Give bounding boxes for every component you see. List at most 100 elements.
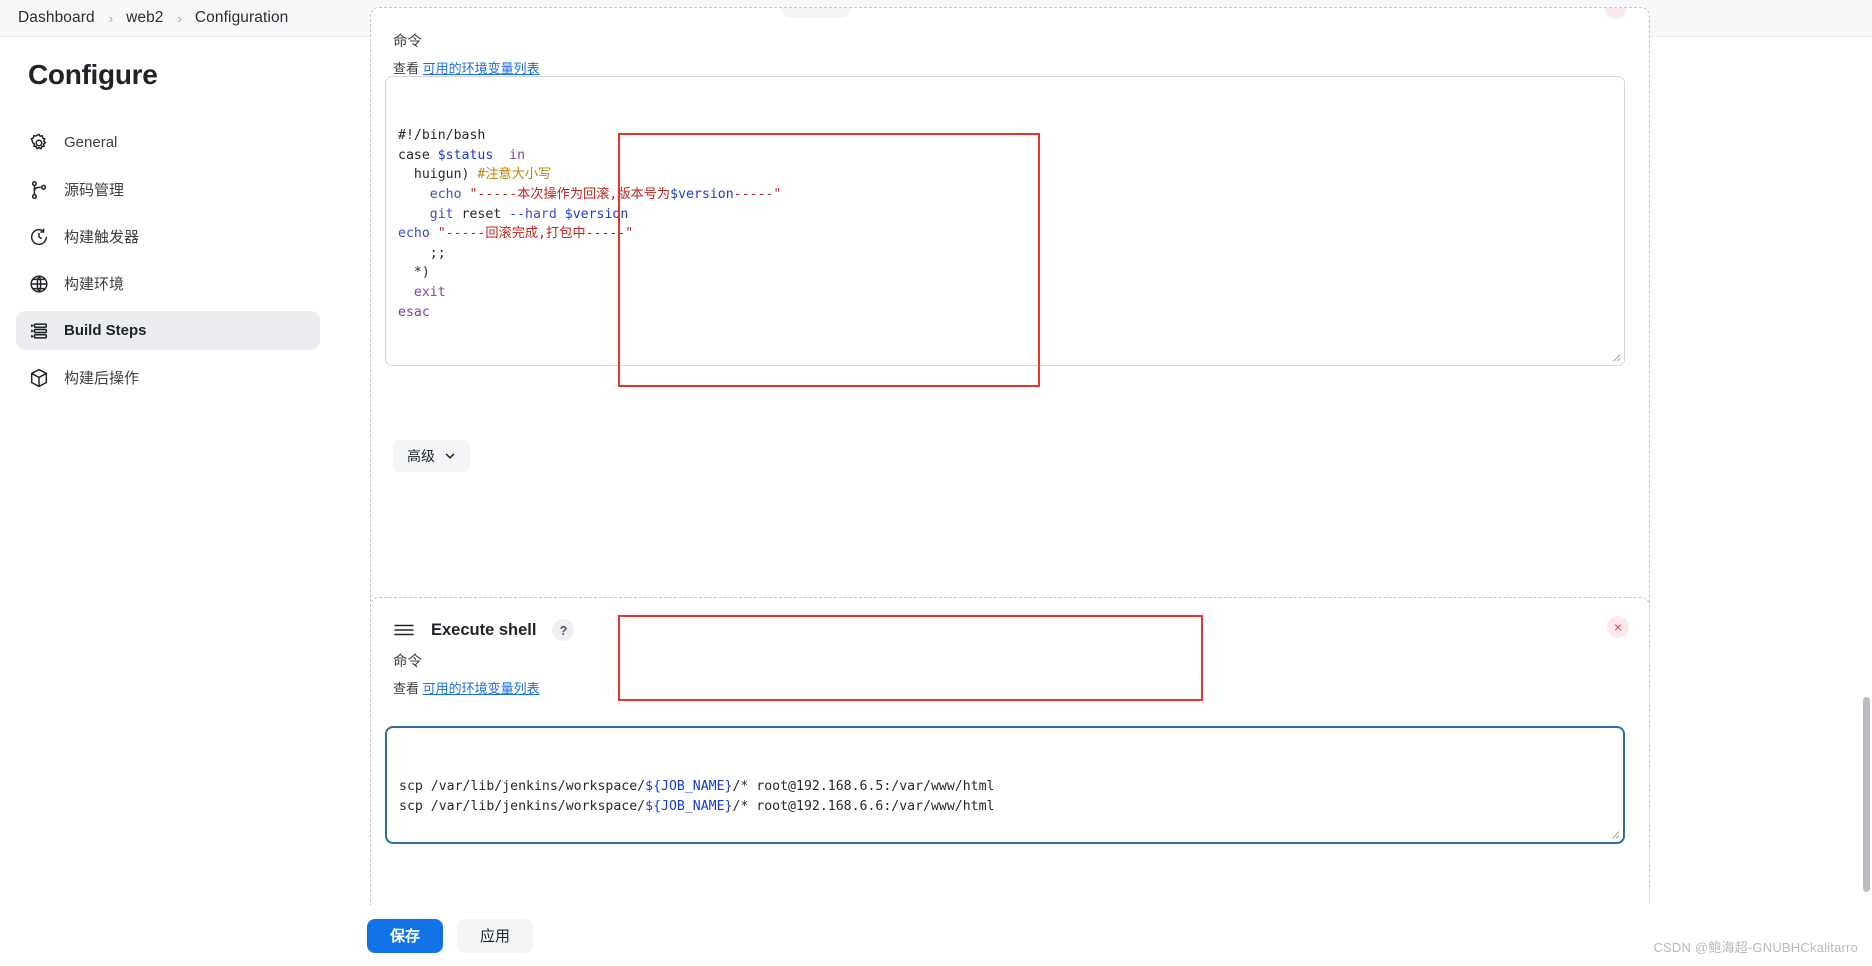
sidebar-item-source-code-management[interactable]: 源码管理 <box>16 170 320 209</box>
breadcrumb-item-dashboard[interactable]: Dashboard <box>16 9 97 27</box>
sidebar-item-label: 源码管理 <box>64 182 125 199</box>
sidebar-item-label: 构建后操作 <box>64 370 140 387</box>
page-scrollbar[interactable] <box>1861 37 1872 966</box>
command-textarea-2[interactable]: scp /var/lib/jenkins/workspace/${JOB_NAM… <box>385 726 1625 844</box>
code-token: /* root@192.168.6.5:/var/www/html <box>732 779 995 795</box>
code-token: reset <box>453 206 510 222</box>
code-line: scp /var/lib/jenkins/workspace/${JOB_NAM… <box>399 777 1611 797</box>
command-label-1: 命令 <box>393 34 422 50</box>
code-token: in <box>509 147 526 163</box>
command-label-2: 命令 <box>393 654 422 670</box>
code-token: echo <box>398 226 430 242</box>
sidebar-item-build-environment[interactable]: 构建环境 <box>16 264 320 303</box>
command-textarea-1[interactable]: #!/bin/bash case $status in huigun) #注意大小… <box>385 76 1625 366</box>
apply-button[interactable]: 应用 <box>457 918 533 953</box>
breadcrumb-separator-2: › <box>177 10 182 26</box>
code-line: git reset --hard $version <box>398 205 1612 225</box>
code-token: $version <box>670 186 734 202</box>
code-token: git <box>429 206 454 222</box>
code-token: $status <box>437 147 494 163</box>
code-token: $version <box>564 206 629 222</box>
sidebar-item-build-steps[interactable]: Build Steps <box>16 311 320 350</box>
code-token: /* root@192.168.6.6:/var/www/html <box>732 798 995 814</box>
breadcrumb-separator-1: › <box>108 10 114 26</box>
gear-icon <box>28 132 50 154</box>
sidebar-item-label: 构建触发器 <box>64 229 140 246</box>
package-icon <box>28 367 50 389</box>
env-var-prefix-2: 查看 <box>393 681 420 696</box>
code-token: "-----本次操作为回滚,版本号为 <box>469 186 671 202</box>
code-token: "-----回滚完成,打包中-----" <box>437 226 634 242</box>
code-line: echo "-----本次操作为回滚,版本号为$version-----" <box>398 185 1612 205</box>
code-line: case $status in <box>398 146 1612 166</box>
code-token: huigun) <box>398 167 478 183</box>
env-var-list-link-2[interactable]: 可用的环境变量列表 <box>423 681 540 696</box>
watermark: CSDN @鲍海超-GNUBHCkalitarro <box>1653 940 1858 955</box>
form-action-bar: 保存 应用 <box>340 905 1872 966</box>
env-var-help-line-2: 查看 可用的环境变量列表 <box>371 678 540 697</box>
code-line: *) <box>398 263 1612 283</box>
code-token: scp /var/lib/jenkins/workspace/ <box>399 798 646 814</box>
globe-icon <box>28 273 50 295</box>
main-content: 命令 查看 可用的环境变量列表 #!/bin/bash case $status … <box>340 7 1872 966</box>
code-line: ;; <box>398 244 1612 264</box>
code-token: #!/bin/bash <box>398 128 486 144</box>
chevron-down-icon <box>445 453 455 459</box>
code-token: case <box>398 147 438 163</box>
advanced-label-1: 高级 <box>407 448 435 464</box>
resize-grip-icon-1[interactable] <box>1610 351 1621 362</box>
sidebar-item-label: General <box>64 134 118 151</box>
sidebar-item-label: 构建环境 <box>64 276 125 293</box>
env-var-prefix-1: 查看 <box>393 61 420 76</box>
remove-step-button-partial[interactable] <box>1605 8 1627 19</box>
code-token: ;; <box>398 245 446 261</box>
env-var-help-line-1: 查看 可用的环境变量列表 <box>371 58 540 77</box>
code-token: ${JOB_NAME} <box>645 798 733 814</box>
code-token: scp /var/lib/jenkins/workspace/ <box>399 779 646 795</box>
breadcrumb-item-web2[interactable]: web2 <box>124 9 165 27</box>
sidebar-item-general[interactable]: General <box>16 123 320 162</box>
code-token: echo <box>429 186 462 202</box>
scrollbar-thumb[interactable] <box>1863 697 1870 892</box>
execute-shell-header: Execute shell ? <box>371 598 1649 642</box>
page-title: Configure <box>28 59 158 90</box>
list-icon <box>28 320 50 342</box>
code-token: --hard <box>509 206 557 222</box>
save-button[interactable]: 保存 <box>367 918 443 953</box>
code-line: #!/bin/bash <box>398 126 1612 146</box>
build-step-panel-1: 命令 查看 可用的环境变量列表 #!/bin/bash case $status … <box>370 7 1650 625</box>
build-step-panel-2: Execute shell ? × 命令 查看 可用的环境变量列表 scp /v… <box>370 597 1650 940</box>
advanced-button-1[interactable]: 高级 <box>393 440 470 472</box>
env-var-list-link-1[interactable]: 可用的环境变量列表 <box>423 61 540 76</box>
resize-grip-icon-2[interactable] <box>1609 828 1620 839</box>
step-title-2: Execute shell <box>431 620 537 639</box>
code-token: #注意大小写 <box>477 167 552 183</box>
drag-handle-partial[interactable] <box>781 8 851 18</box>
clock-icon <box>28 226 50 248</box>
breadcrumb-item-configuration[interactable]: Configuration <box>193 9 291 27</box>
code-token: esac <box>398 304 430 320</box>
git-branch-icon <box>28 179 50 201</box>
jenkins-configure-page: Dashboard › web2 › Configuration Configu… <box>0 0 1872 966</box>
drag-handle-icon[interactable] <box>393 622 415 638</box>
sidebar-item-post-build-actions[interactable]: 构建后操作 <box>16 358 320 397</box>
code-token: exit <box>413 284 446 300</box>
code-line: exit <box>398 283 1612 303</box>
code-line: echo "-----回滚完成,打包中-----" <box>398 224 1612 244</box>
code-line: scp /var/lib/jenkins/workspace/${JOB_NAM… <box>399 797 1611 817</box>
help-icon[interactable]: ? <box>552 619 575 641</box>
remove-step-button-2[interactable]: × <box>1607 616 1629 638</box>
code-line: esac <box>398 303 1612 323</box>
code-line: huigun) #注意大小写 <box>398 165 1612 185</box>
sidebar-item-build-triggers[interactable]: 构建触发器 <box>16 217 320 256</box>
code-token: -----" <box>733 186 782 202</box>
sidebar-item-label: Build Steps <box>64 322 147 339</box>
code-token: *) <box>398 265 430 281</box>
code-token: ${JOB_NAME} <box>645 779 733 795</box>
